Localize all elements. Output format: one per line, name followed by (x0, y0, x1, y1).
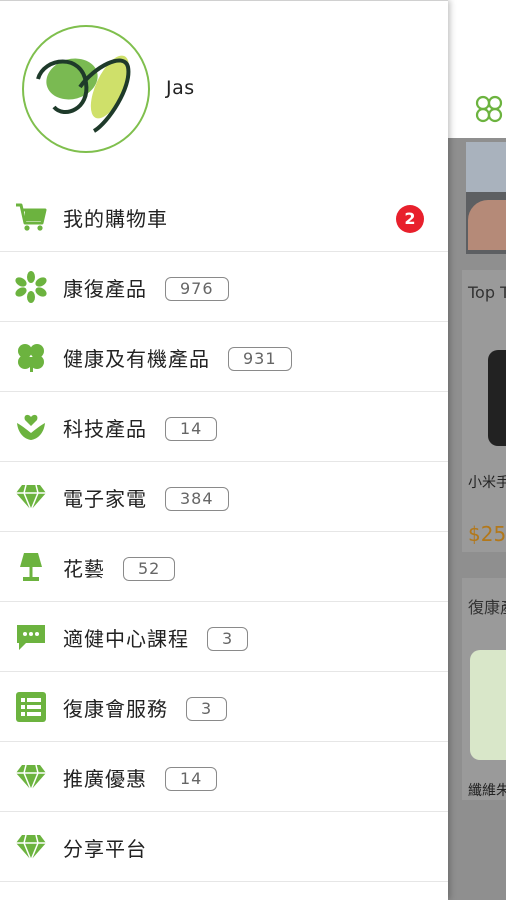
section-title: Top T (468, 283, 506, 302)
menu-item-fitness-courses[interactable]: 適健中心課程 3 (0, 602, 448, 672)
lamp-icon (20, 553, 42, 581)
heart-hands-icon (17, 414, 45, 440)
menu-item-electronics[interactable]: 電子家電 384 (0, 462, 448, 532)
diamond-icon (16, 484, 46, 512)
cart-icon (16, 203, 47, 231)
menu-item-label: 健康及有機產品 931 (63, 343, 292, 372)
product-image (488, 350, 506, 446)
menu-item-label: 推廣優惠 14 (63, 763, 218, 792)
avatar[interactable] (22, 25, 150, 153)
chat-icon (17, 625, 45, 650)
app-logo-icon[interactable] (474, 94, 504, 124)
diamond-icon (16, 834, 46, 862)
count-badge: 14 (165, 767, 218, 791)
menu-item-rehab-products[interactable]: 康復產品 976 (0, 252, 448, 322)
menu-item-label: 花藝 52 (63, 553, 176, 582)
product-price: $25 (468, 522, 506, 546)
asterisk-leaf-icon (15, 271, 47, 303)
user-name: Jas (166, 77, 195, 99)
count-badge: 52 (123, 557, 176, 581)
menu-item-floral[interactable]: 花藝 52 (0, 532, 448, 602)
count-badge: 976 (165, 277, 229, 301)
count-badge: 3 (207, 627, 249, 651)
product-image (470, 650, 506, 760)
count-badge: 931 (228, 347, 292, 371)
product-name: 纖維朱 (468, 783, 506, 799)
menu-item-label: 康復產品 976 (63, 273, 229, 302)
count-badge: 14 (165, 417, 218, 441)
menu-item-label: 科技產品 14 (63, 413, 218, 442)
menu-item-share-platform[interactable]: 分享平台 (0, 812, 448, 882)
count-badge: 3 (186, 697, 228, 721)
menu-item-rehab-services[interactable]: 復康會服務 3 (0, 672, 448, 742)
navigation-drawer: Jas 我的購物車 2 康復產品 976 健康及有機產品 931 科技產品 14… (0, 0, 448, 900)
cart-count-badge: 2 (396, 205, 424, 233)
menu-item-label: 電子家電 384 (63, 483, 229, 512)
clover-icon (18, 344, 44, 372)
section-title: 復康產 (468, 598, 506, 617)
menu-item-tech-products[interactable]: 科技產品 14 (0, 392, 448, 462)
list-icon (16, 692, 46, 722)
butterfly-logo-icon (36, 55, 131, 133)
menu-item-cart[interactable]: 我的購物車 2 (0, 182, 448, 252)
menu-item-label: 復康會服務 3 (63, 693, 228, 722)
count-badge: 384 (165, 487, 229, 511)
diamond-icon (16, 764, 46, 792)
drawer-header: Jas (0, 1, 448, 181)
drawer-menu: 我的購物車 2 康復產品 976 健康及有機產品 931 科技產品 14 電子家… (0, 182, 448, 882)
menu-item-label: 我的購物車 (63, 207, 168, 231)
menu-item-label: 分享平台 (63, 837, 147, 861)
menu-item-label: 適健中心課程 3 (63, 623, 249, 652)
menu-item-health-organic[interactable]: 健康及有機產品 931 (0, 322, 448, 392)
banner-image (466, 142, 506, 254)
menu-item-promotions[interactable]: 推廣優惠 14 (0, 742, 448, 812)
product-name: 小米手 (468, 475, 506, 491)
